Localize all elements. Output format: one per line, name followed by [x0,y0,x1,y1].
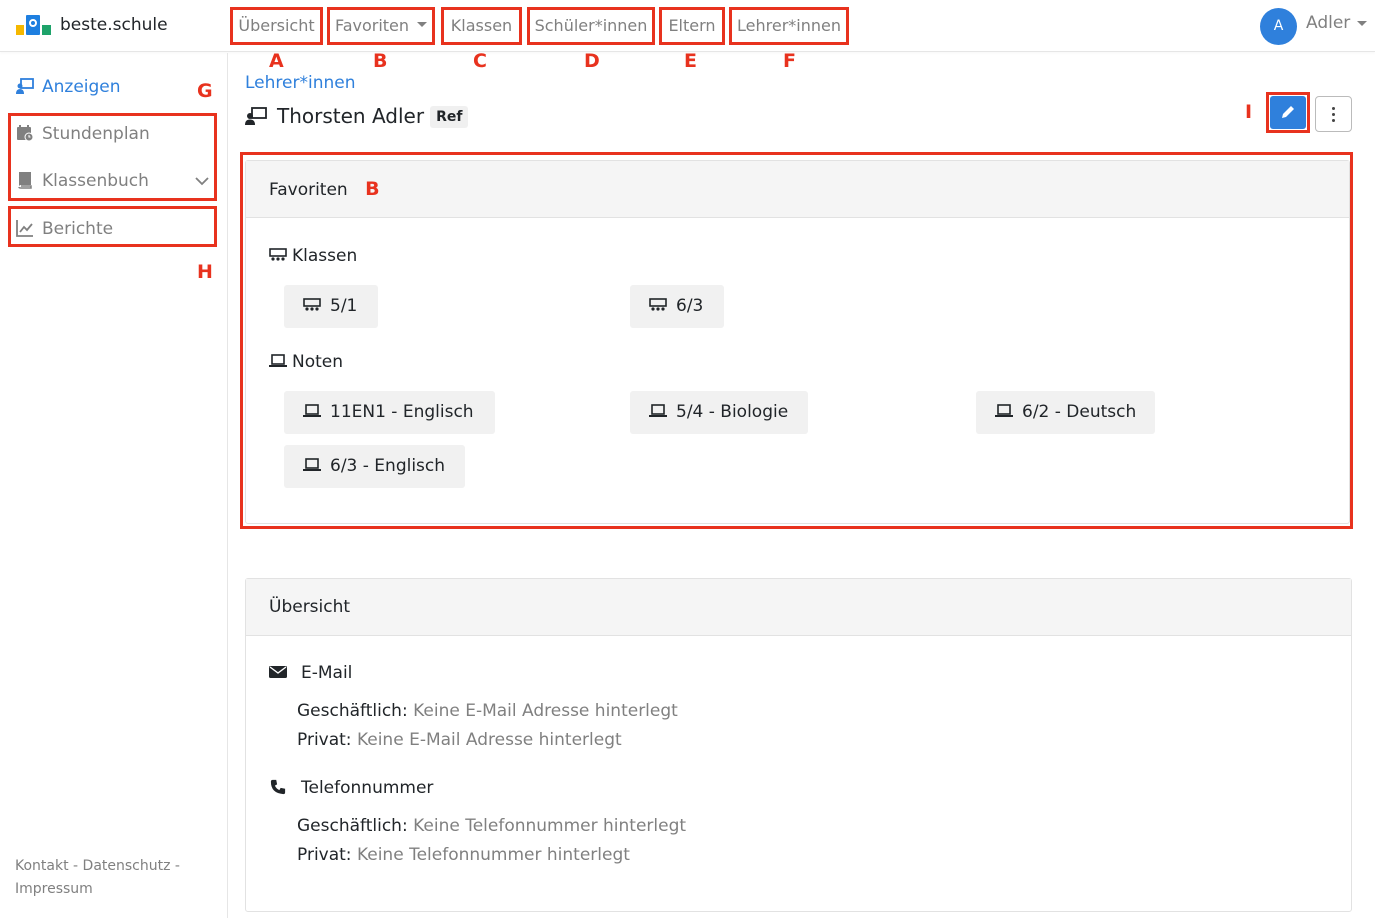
favorite-class-6-3[interactable]: 6/3 [630,285,724,328]
email-private-line: Privat: Keine E-Mail Adresse hinterlegt [297,730,622,750]
classroom-icon [303,298,321,311]
section-label-klassen: Klassen [269,246,357,266]
chevron-down-icon[interactable] [195,175,209,187]
edit-button[interactable] [1270,96,1306,129]
user-menu-chevron-icon[interactable] [1357,21,1367,26]
annotation-marker-d: D [584,50,600,72]
top-navbar: beste.schule Übersicht Favoriten Klassen… [0,0,1375,52]
brand-name[interactable]: beste.schule [60,15,168,35]
nav-item-klassen[interactable]: Klassen [441,7,522,45]
avatar[interactable]: A [1260,8,1297,45]
chart-line-icon [16,220,33,237]
book-icon [18,172,32,189]
sidebar-item-stundenplan[interactable]: Stundenplan [16,124,150,144]
phone-private-line: Privat: Keine Telefonnummer hinterlegt [297,845,630,865]
annotation-marker-g: G [197,80,213,102]
classroom-icon [649,298,667,311]
logo-icon[interactable] [16,15,52,35]
annotation-marker-h: H [197,261,213,283]
calendar-clock-icon [17,125,34,142]
status-badge: Ref [430,106,469,128]
favorite-grade-6-2-deutsch[interactable]: 6/2 - Deutsch [976,391,1155,434]
email-business-line: Geschäftlich: Keine E-Mail Adresse hinte… [297,701,678,721]
favoriten-card-header: Favoriten B [246,161,1349,218]
favorite-grade-11en1-englisch[interactable]: 11EN1 - Englisch [284,391,495,434]
phone-heading: Telefonnummer [269,778,433,798]
page-title: Thorsten Adler Ref [245,104,469,128]
person-board-icon [245,107,267,125]
more-options-button[interactable] [1315,96,1352,132]
user-menu-name[interactable]: Adler [1306,13,1350,33]
pencil-icon [1282,106,1294,118]
sidebar-item-anzeigen[interactable]: Anzeigen [16,77,121,97]
nav-item-lehrerinnen[interactable]: Lehrer*innen [729,7,849,45]
email-heading: E-Mail [269,663,352,683]
favorite-grade-5-4-biologie[interactable]: 5/4 - Biologie [630,391,808,434]
laptop-icon [995,404,1013,417]
annotation-marker-a: A [269,50,284,72]
sidebar-item-klassenbuch[interactable]: Klassenbuch [16,171,149,191]
laptop-icon [269,354,287,367]
annotation-marker-b: B [373,50,388,72]
laptop-icon [303,404,321,417]
laptop-icon [649,404,667,417]
nav-item-favoriten[interactable]: Favoriten [327,7,435,45]
nav-item-eltern[interactable]: Eltern [659,7,725,45]
envelope-icon [269,666,287,678]
annotation-marker-i: I [1245,101,1253,123]
section-label-noten: Noten [269,352,343,372]
uebersicht-card-header: Übersicht [246,579,1351,636]
nav-item-uebersicht[interactable]: Übersicht [230,7,323,45]
annotation-marker-b-card: B [365,178,380,200]
annotation-marker-f: F [783,50,796,72]
nav-item-schuelerinnen[interactable]: Schüler*innen [527,7,655,45]
phone-icon [270,779,286,795]
phone-business-line: Geschäftlich: Keine Telefonnummer hinter… [297,816,687,836]
person-board-icon [16,78,34,94]
classroom-icon [269,248,287,261]
footer-links[interactable]: Kontakt - Datenschutz - Impressum [15,855,205,901]
chevron-down-icon [417,22,428,27]
favorite-class-5-1[interactable]: 5/1 [284,285,378,328]
laptop-icon [303,458,321,471]
sidebar-item-berichte[interactable]: Berichte [16,219,113,239]
favorite-grade-6-3-englisch[interactable]: 6/3 - Englisch [284,445,465,488]
annotation-marker-c: C [473,50,487,72]
annotation-marker-e: E [684,50,697,72]
breadcrumb[interactable]: Lehrer*innen [245,73,355,93]
